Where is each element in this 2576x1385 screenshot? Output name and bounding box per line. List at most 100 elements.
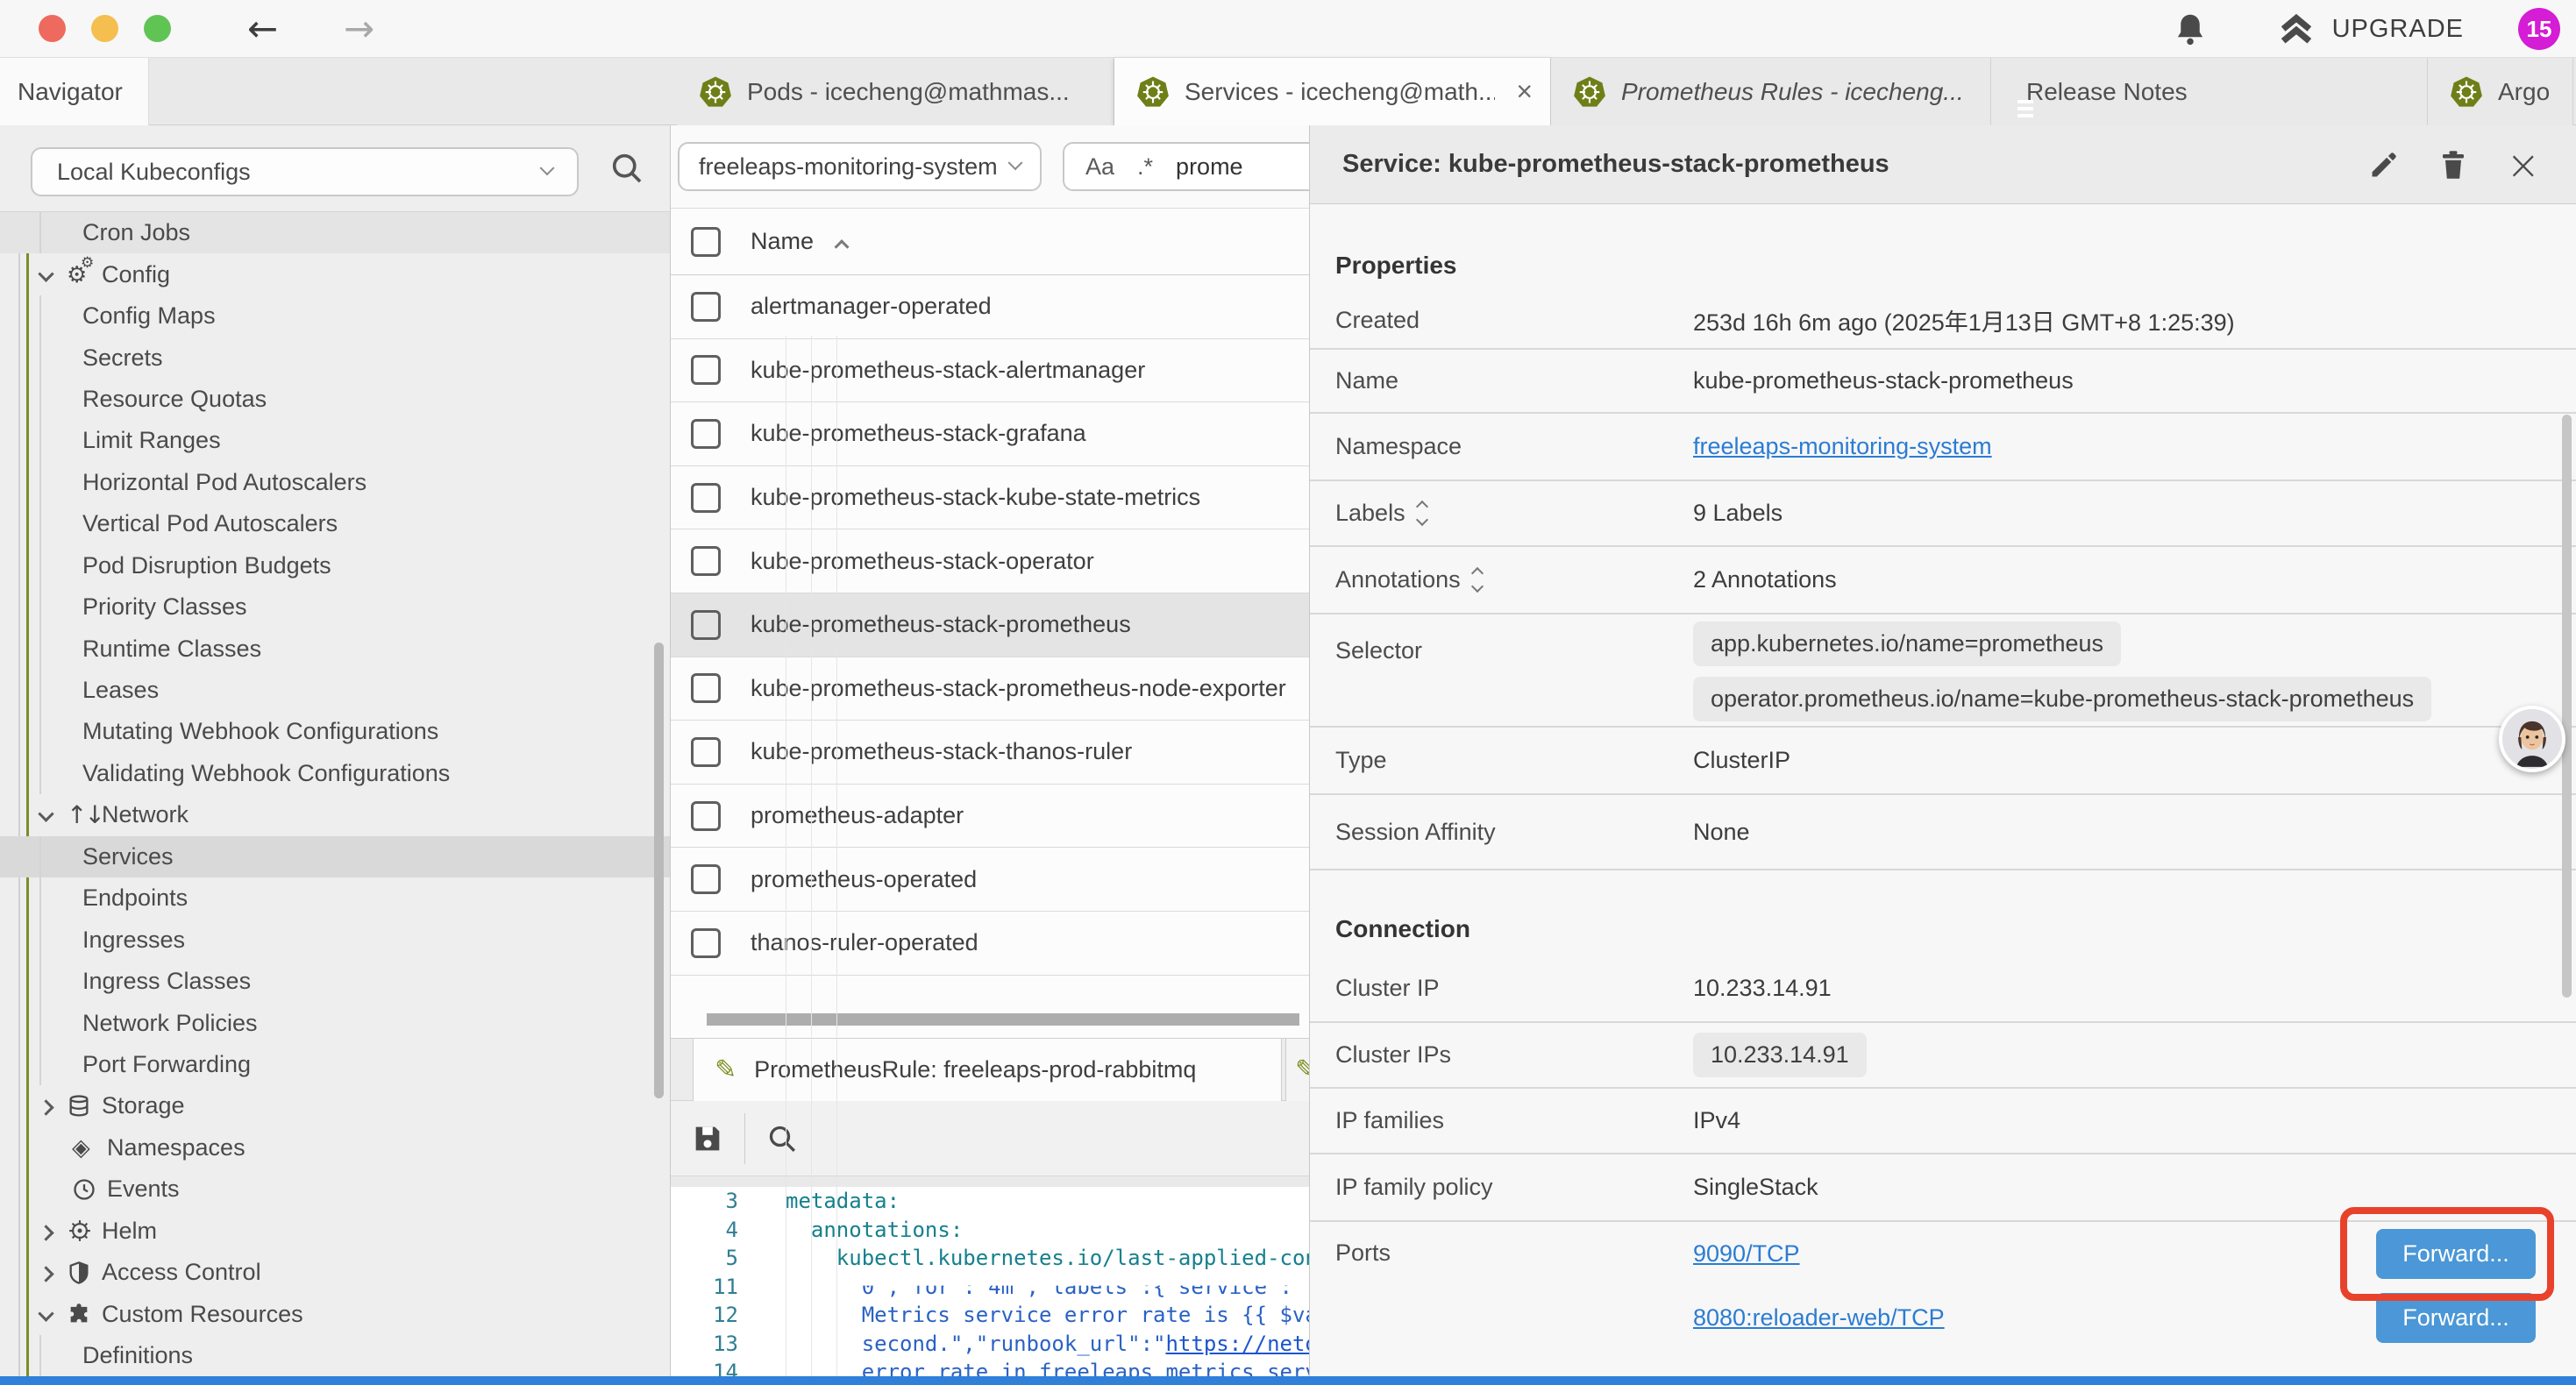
table-row[interactable]: kube-prometheus-stack-prometheus (671, 593, 1309, 657)
avatar[interactable] (2499, 706, 2565, 772)
sidebar-item-label: Config Maps (82, 302, 216, 330)
sidebar-item-cron-jobs[interactable]: Cron Jobs (0, 212, 671, 253)
editor-tab-next[interactable]: ✎ (1285, 1039, 1309, 1101)
table-row[interactable]: kube-prometheus-stack-kube-state-metrics (671, 466, 1309, 530)
table-row[interactable]: kube-prometheus-stack-thanos-ruler (671, 721, 1309, 785)
sidebar-item-validating-webhook-configurations[interactable]: Validating Webhook Configurations (0, 753, 671, 794)
sidebar-item-leases[interactable]: Leases (0, 670, 671, 711)
kubeconfig-select[interactable]: Local Kubeconfigs (31, 147, 579, 196)
tab-1[interactable]: Pods - icecheng@mathmas... (677, 58, 1114, 125)
sidebar-scrollbar[interactable] (654, 643, 664, 1098)
sidebar-item-mutating-webhook-configurations[interactable]: Mutating Webhook Configurations (0, 711, 671, 752)
tab-3[interactable]: Prometheus Rules - icecheng... (1551, 58, 1991, 125)
namespace-link[interactable]: freeleaps-monitoring-system (1693, 433, 1992, 460)
chevron-down-icon[interactable] (40, 801, 67, 828)
tab-4[interactable]: Release Notes (1991, 58, 2428, 125)
table-row[interactable]: prometheus-operated (671, 848, 1309, 912)
maximize-window-button[interactable] (144, 15, 171, 42)
row-checkbox[interactable] (691, 737, 721, 767)
sidebar-item-ingress-classes[interactable]: Ingress Classes (0, 961, 671, 1002)
row-checkbox[interactable] (691, 864, 721, 894)
chevron-down-icon[interactable] (40, 261, 67, 288)
sidebar-item-port-forwarding[interactable]: Port Forwarding (0, 1044, 671, 1085)
sidebar-item-definitions[interactable]: Definitions (0, 1335, 671, 1376)
row-checkbox[interactable] (691, 546, 721, 576)
sidebar-item-helm[interactable]: Helm (0, 1211, 671, 1252)
search-icon[interactable] (608, 149, 646, 188)
namespace-select[interactable]: freeleaps-monitoring-system (678, 142, 1042, 191)
trash-icon[interactable] (2437, 147, 2469, 182)
sidebar-item-services[interactable]: Services (0, 836, 671, 877)
tab-5[interactable]: Argo Se (2428, 58, 2573, 125)
sidebar-item-runtime-classes[interactable]: Runtime Classes (0, 628, 671, 669)
edit-pencil-icon[interactable] (2367, 148, 2401, 181)
notification-badge[interactable]: 15 (2518, 8, 2560, 50)
sidebar-item-secrets[interactable]: Secrets (0, 337, 671, 378)
sidebar-item-priority-classes[interactable]: Priority Classes (0, 586, 671, 628)
upgrade-button[interactable]: UPGRADE (2332, 15, 2464, 44)
sidebar-item-events[interactable]: Events (0, 1168, 671, 1210)
table-row[interactable]: thanos-ruler-operated (671, 912, 1309, 976)
sidebar-item-access-control[interactable]: Access Control (0, 1252, 671, 1293)
back-arrow-icon[interactable]: ← (247, 7, 278, 50)
table-row[interactable]: kube-prometheus-stack-grafana (671, 402, 1309, 466)
table-row[interactable]: kube-prometheus-stack-prometheus-node-ex… (671, 657, 1309, 721)
match-case-toggle[interactable]: Aa (1085, 153, 1114, 181)
sidebar-item-namespaces[interactable]: ◈Namespaces (0, 1127, 671, 1168)
expand-rows-icon[interactable] (1418, 502, 1427, 524)
table-horizontal-scrollbar[interactable] (707, 1013, 1299, 1026)
sort-asc-icon[interactable] (835, 239, 850, 254)
sidebar-item-pod-disruption-budgets[interactable]: Pod Disruption Budgets (0, 545, 671, 586)
close-window-button[interactable] (39, 15, 66, 42)
tab-2[interactable]: Services - icecheng@math...× (1114, 58, 1551, 125)
column-header-name[interactable]: Name (751, 228, 814, 255)
details-scrollbar[interactable] (2562, 415, 2572, 998)
sidebar-item-storage[interactable]: Storage (0, 1085, 671, 1126)
close-icon[interactable]: × (2506, 145, 2540, 185)
row-checkbox[interactable] (691, 610, 721, 640)
minimize-window-button[interactable] (91, 15, 118, 42)
select-all-checkbox[interactable] (691, 227, 721, 257)
sidebar-item-resource-quotas[interactable]: Resource Quotas (0, 379, 671, 420)
forward-arrow-icon[interactable]: → (344, 7, 374, 50)
sidebar-item-custom-resources[interactable]: Custom Resources (0, 1293, 671, 1334)
code-link[interactable]: https://neto (1165, 1332, 1309, 1356)
sidebar-item-network[interactable]: ↑↓Network (0, 794, 671, 835)
sidebar-item-endpoints[interactable]: Endpoints (0, 877, 671, 919)
row-checkbox[interactable] (691, 483, 721, 513)
row-checkbox[interactable] (691, 419, 721, 449)
editor-search-icon[interactable] (765, 1121, 800, 1156)
expand-rows-icon[interactable] (1473, 569, 1482, 591)
save-icon[interactable] (690, 1121, 725, 1156)
row-checkbox[interactable] (691, 292, 721, 322)
sidebar-item-config-maps[interactable]: Config Maps (0, 295, 671, 337)
chevron-right-icon[interactable] (40, 1259, 67, 1286)
bell-icon[interactable] (2173, 11, 2208, 47)
port-link[interactable]: 9090/TCP (1693, 1240, 1800, 1268)
sidebar-item-vertical-pod-autoscalers[interactable]: Vertical Pod Autoscalers (0, 503, 671, 544)
regex-toggle[interactable]: .* (1137, 153, 1153, 181)
sidebar-item-horizontal-pod-autoscalers[interactable]: Horizontal Pod Autoscalers (0, 462, 671, 503)
navigator-panel-tab[interactable]: Navigator (0, 58, 149, 125)
table-row[interactable]: kube-prometheus-stack-alertmanager (671, 339, 1309, 403)
sidebar-item-network-policies[interactable]: Network Policies (0, 1002, 671, 1043)
editor-tab-prometheusrule[interactable]: ✎ PrometheusRule: freeleaps-prod-rabbitm… (693, 1039, 1282, 1101)
sidebar-item-limit-ranges[interactable]: Limit Ranges (0, 420, 671, 461)
row-checkbox[interactable] (691, 355, 721, 385)
row-checkbox[interactable] (691, 928, 721, 958)
upgrade-icon[interactable] (2276, 10, 2316, 48)
chevron-down-icon[interactable] (40, 1301, 67, 1328)
row-checkbox[interactable] (691, 673, 721, 703)
row-checkbox[interactable] (691, 801, 721, 831)
chevron-right-icon[interactable] (40, 1092, 67, 1119)
yaml-editor[interactable]: 3metadata:4annotations:5kubectl.kubernet… (671, 1187, 1309, 1385)
sidebar-item-ingresses[interactable]: Ingresses (0, 919, 671, 960)
sidebar-item-config[interactable]: ⚙⚙Config (0, 253, 671, 295)
table-row[interactable]: kube-prometheus-stack-operator (671, 529, 1309, 593)
close-icon[interactable]: × (1516, 75, 1533, 108)
port-link[interactable]: 8080:reloader-web/TCP (1693, 1304, 1945, 1332)
table-row[interactable]: alertmanager-operated (671, 275, 1309, 339)
table-row[interactable]: prometheus-adapter (671, 785, 1309, 849)
chevron-right-icon[interactable] (40, 1218, 67, 1245)
list-search-input[interactable]: Aa .* prome (1063, 142, 1309, 191)
